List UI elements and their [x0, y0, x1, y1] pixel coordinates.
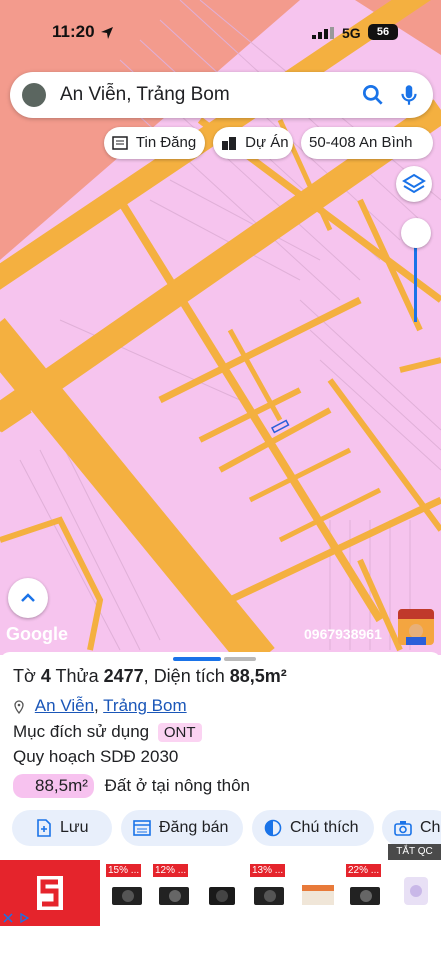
ad-logo[interactable]: [0, 860, 100, 926]
sheet-handle[interactable]: [173, 657, 221, 661]
google-logo: Google: [6, 624, 68, 644]
status-bar: 11:20 5G 56: [0, 0, 441, 64]
layers-icon: [402, 173, 426, 194]
pin-icon: [14, 699, 24, 714]
chip-label: 50-408 An Bình: [309, 134, 413, 151]
battery-level: 56: [368, 24, 398, 40]
chip-label: Dự Án: [245, 134, 289, 151]
chip-area-code[interactable]: 50-408 An Bình: [301, 127, 433, 159]
contact-phone[interactable]: 0967938961: [304, 626, 382, 642]
camera-icon: [394, 820, 412, 836]
search-bar[interactable]: An Viễn, Trảng Bom: [10, 72, 433, 118]
camera-product-icon[interactable]: [250, 874, 290, 914]
legend-icon: [264, 819, 282, 837]
post-sale-icon: [133, 819, 151, 836]
opacity-slider-track[interactable]: [414, 240, 417, 322]
parcel-location: An Viễn, Trảng Bom: [13, 696, 187, 716]
chip-label: Tin Đăng: [135, 134, 197, 151]
opacity-slider-knob[interactable]: [401, 218, 431, 248]
plan-land-type: Đất ở tại nông thôn: [104, 776, 251, 795]
avatar[interactable]: [22, 83, 46, 107]
sheet-handle-secondary: [224, 657, 256, 661]
layers-button[interactable]: [396, 166, 432, 202]
ad-brand-icon: [37, 876, 63, 910]
close-x-icon[interactable]: [2, 912, 14, 924]
plan-label: Quy hoạch SDĐ 2030: [13, 747, 179, 766]
promo-thumbnail[interactable]: [398, 609, 434, 645]
network-type: 5G: [342, 25, 361, 41]
camera-product-icon[interactable]: [396, 870, 436, 910]
status-time: 11:20: [52, 22, 95, 41]
chip-tin-dang[interactable]: Tin Đăng: [104, 127, 205, 159]
chip-du-an[interactable]: Dự Án: [213, 127, 293, 159]
land-code-badge: ONT: [157, 723, 202, 742]
land-purpose: Mục đích sử dụng ONT: [13, 722, 202, 742]
camera-button[interactable]: Ch: [382, 810, 441, 846]
expand-button[interactable]: [8, 578, 48, 618]
buildings-icon: [222, 137, 236, 151]
camera-product-icon[interactable]: [203, 874, 243, 914]
post-sale-button[interactable]: Đăng bán: [121, 810, 243, 846]
district-link[interactable]: Trảng Bom: [103, 696, 186, 715]
camera-product-icon[interactable]: [346, 874, 386, 914]
plan-area-badge: 88,5m²: [13, 774, 94, 798]
commune-link[interactable]: An Viễn: [35, 696, 94, 715]
search-icon[interactable]: [360, 82, 386, 108]
camera-product-icon[interactable]: [298, 874, 338, 914]
save-icon: [37, 818, 51, 837]
promo-image-icon: [398, 609, 434, 645]
close-ad-button[interactable]: TẮT QC: [388, 844, 441, 860]
microphone-icon[interactable]: [396, 82, 422, 108]
chevron-up-icon: [21, 593, 35, 602]
ad-banner[interactable]: TẮT QC 15% ... 12% ... 13% ... 22% ...: [0, 844, 441, 926]
camera-product-icon[interactable]: [155, 874, 195, 914]
bottom-safe-area: [0, 926, 441, 960]
parcel-title: Tờ 4 Thửa 2477, Diện tích 88,5m²: [13, 666, 287, 686]
location-arrow-icon: [101, 27, 113, 39]
plan-area-row: 88,5m² Đất ở tại nông thôn: [13, 774, 250, 798]
legend-button[interactable]: Chú thích: [252, 810, 374, 846]
adchoices-icon[interactable]: [18, 912, 30, 924]
newspaper-icon: [112, 136, 128, 150]
camera-product-icon[interactable]: [108, 874, 148, 914]
search-query[interactable]: An Viễn, Trảng Bom: [60, 84, 230, 106]
save-button[interactable]: Lưu: [12, 810, 112, 846]
parcel-info-sheet[interactable]: Tờ 4 Thửa 2477, Diện tích 88,5m² An Viễn…: [0, 652, 441, 860]
signal-icon: [312, 27, 334, 39]
